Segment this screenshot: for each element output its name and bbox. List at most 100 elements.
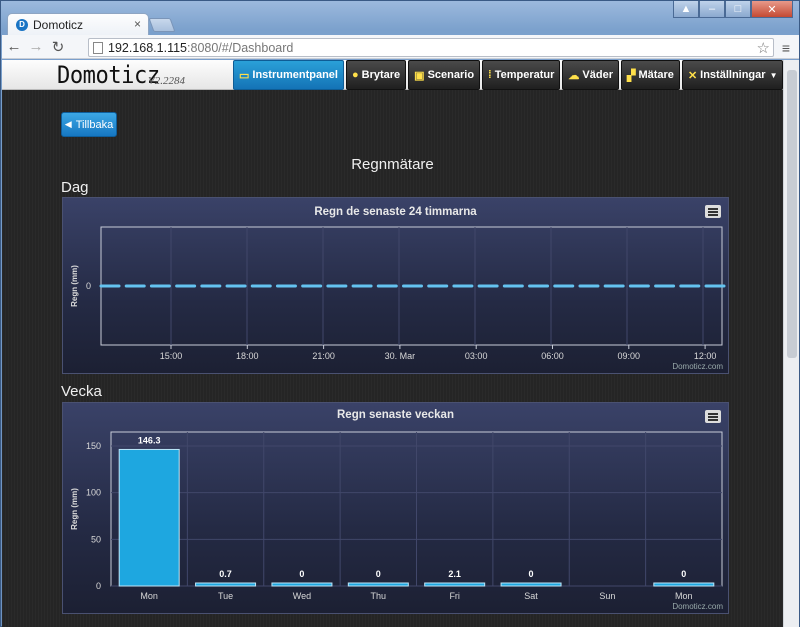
browser-tab-title: Domoticz — [33, 17, 84, 32]
app-version: V2.2284 — [148, 75, 185, 87]
chart-title: Regn de senaste 24 timmarna — [314, 206, 477, 218]
nav-tab-label: Scenario — [427, 69, 475, 81]
x-tick-label: Mon — [140, 591, 158, 601]
nav-tab-label: Väder — [582, 69, 613, 81]
nav-tab-label: Mätare — [638, 69, 674, 81]
page-content: Domoticz V2.2284 ▭ Instrumentpanel ● Brytar… — [2, 60, 783, 627]
chevron-down-icon: ▼ — [769, 70, 778, 80]
x-tick-label: Fri — [449, 591, 460, 601]
meter-icon: ▞ — [627, 69, 636, 82]
back-arrow-icon[interactable]: ← — [4, 38, 24, 55]
x-tick-label: 30. Mar — [385, 351, 416, 361]
x-tick-label: Sun — [599, 591, 615, 601]
thermometer-icon: ⁞ — [488, 69, 492, 81]
tools-icon: ✕ — [687, 69, 698, 82]
x-tick-label: 03:00 — [465, 351, 488, 361]
chart-credit[interactable]: Domoticz.com — [672, 602, 723, 611]
week-rain-chart: Regn senaste veckan 0 50 100 150 Regn (mm) Mo… — [62, 402, 729, 614]
bookmark-star-icon[interactable]: ☆ — [757, 39, 770, 57]
day-chart-svg: 15:00 18:00 21:00 30. Mar 03:00 06:00 09:00 12:… — [70, 226, 726, 361]
bar — [271, 582, 333, 587]
bar — [195, 582, 257, 587]
screen-icon: ▣ — [414, 69, 425, 82]
x-tick-label: Mon — [675, 591, 693, 601]
chart-title: Regn senaste veckan — [337, 409, 454, 421]
y-tick-label: 150 — [86, 441, 101, 451]
y-axis-label: Regn (mm) — [70, 265, 79, 307]
x-tick-label: Thu — [371, 591, 387, 601]
close-tab-icon[interactable]: × — [134, 17, 141, 31]
nav-tab-6[interactable]: ✕ Inställningar ▼ — [681, 60, 783, 90]
x-tick-label: Sat — [524, 591, 538, 601]
maximize-button[interactable]: □ — [725, 1, 751, 18]
back-button[interactable]: ◀ Tillbaka — [61, 112, 117, 137]
user-icon[interactable]: ▲ — [673, 1, 699, 18]
browser-toolbar: ← → ↻ 192.168.1.115:8080/#/Dashboard ☆ ≡ — [2, 35, 799, 59]
bar — [347, 582, 409, 587]
section-title-week: Vecka — [61, 383, 102, 400]
x-tick-label: Tue — [218, 591, 233, 601]
nav-tab-1[interactable]: ● Brytare — [345, 60, 407, 90]
week-chart-svg: 0 50 100 150 Regn (mm) Mon 146.3 Tue 0.7 Wed 0 Thu 0… — [70, 431, 723, 601]
nav-tab-5[interactable]: ▞ Mätare — [621, 60, 680, 90]
y-axis-label: Regn (mm) — [70, 488, 79, 530]
data-label: 0 — [376, 569, 381, 579]
data-label: 2.1 — [448, 569, 461, 579]
minimize-button[interactable]: – — [699, 1, 725, 18]
app-logo: Domoticz — [57, 61, 160, 89]
chart-menu-icon[interactable] — [705, 205, 721, 218]
y-tick-label: 100 — [86, 488, 101, 498]
vertical-scrollbar[interactable] — [783, 60, 799, 627]
chart-credit[interactable]: Domoticz.com — [672, 362, 723, 371]
bar — [424, 582, 486, 587]
forward-arrow-icon[interactable]: → — [26, 38, 46, 55]
address-bar[interactable]: 192.168.1.115:8080/#/Dashboard ☆ — [88, 38, 774, 57]
nav-tab-4[interactable]: ☁ Väder — [562, 60, 619, 90]
browser-tab[interactable]: D Domoticz × — [7, 13, 149, 35]
page-title: Regnmätare — [351, 156, 434, 173]
new-tab-button[interactable] — [148, 18, 176, 32]
domoticz-favicon-icon: D — [16, 18, 28, 31]
main-nav: ▭ Instrumentpanel ● Brytare ▣ Scenario ⁞ Temper… — [233, 60, 783, 90]
nav-tab-label: Inställningar — [700, 69, 766, 81]
close-window-button[interactable]: ✕ — [751, 1, 793, 18]
data-label: 146.3 — [138, 435, 161, 445]
chart-menu-icon[interactable] — [705, 410, 721, 423]
day-rain-chart: Regn de senaste 24 timmarna 15:00 18:00 21… — [62, 197, 729, 374]
nav-tab-3[interactable]: ⁞ Temperatur — [482, 60, 561, 90]
bar — [500, 582, 562, 587]
browser-menu-icon[interactable]: ≡ — [782, 40, 790, 56]
y-tick-label: 50 — [91, 534, 101, 544]
x-tick-label: 12:00 — [694, 351, 717, 361]
app-header: Domoticz V2.2284 ▭ Instrumentpanel ● Brytar… — [2, 60, 783, 90]
x-tick-label: 09:00 — [618, 351, 641, 361]
y-tick-label: 0 — [86, 281, 91, 291]
nav-tab-label: Instrumentpanel — [252, 69, 338, 81]
back-arrow-icon: ◀ — [64, 119, 72, 129]
nav-tab-label: Brytare — [361, 69, 401, 81]
x-tick-label: Wed — [293, 591, 311, 601]
nav-tab-label: Temperatur — [494, 69, 555, 81]
data-label: 0 — [681, 569, 686, 579]
x-tick-label: 06:00 — [541, 351, 564, 361]
back-button-label: Tillbaka — [75, 118, 114, 131]
window-controls: ▲ – □ ✕ — [673, 1, 793, 18]
x-tick-label: 18:00 — [236, 351, 259, 361]
browser-window: D Domoticz × ▲ – □ ✕ ← → ↻ 192.168.1.115… — [0, 0, 800, 627]
cloud-icon: ☁ — [568, 69, 580, 82]
page-icon — [93, 41, 103, 54]
monitor-icon: ▭ — [239, 69, 250, 82]
nav-tab-0[interactable]: ▭ Instrumentpanel — [233, 60, 344, 90]
reload-icon[interactable]: ↻ — [48, 38, 68, 56]
data-label: 0.7 — [219, 569, 232, 579]
nav-tab-2[interactable]: ▣ Scenario — [408, 60, 481, 90]
url-path: :8080/#/Dashboard — [187, 40, 294, 55]
bar — [118, 448, 180, 587]
data-label: 0 — [299, 569, 304, 579]
section-title-day: Dag — [61, 179, 89, 196]
scrollbar-thumb[interactable] — [787, 70, 797, 358]
url-host: 192.168.1.115 — [108, 40, 188, 55]
data-label: 0 — [529, 569, 534, 579]
x-tick-label: 21:00 — [312, 351, 335, 361]
x-tick-label: 15:00 — [160, 351, 183, 361]
